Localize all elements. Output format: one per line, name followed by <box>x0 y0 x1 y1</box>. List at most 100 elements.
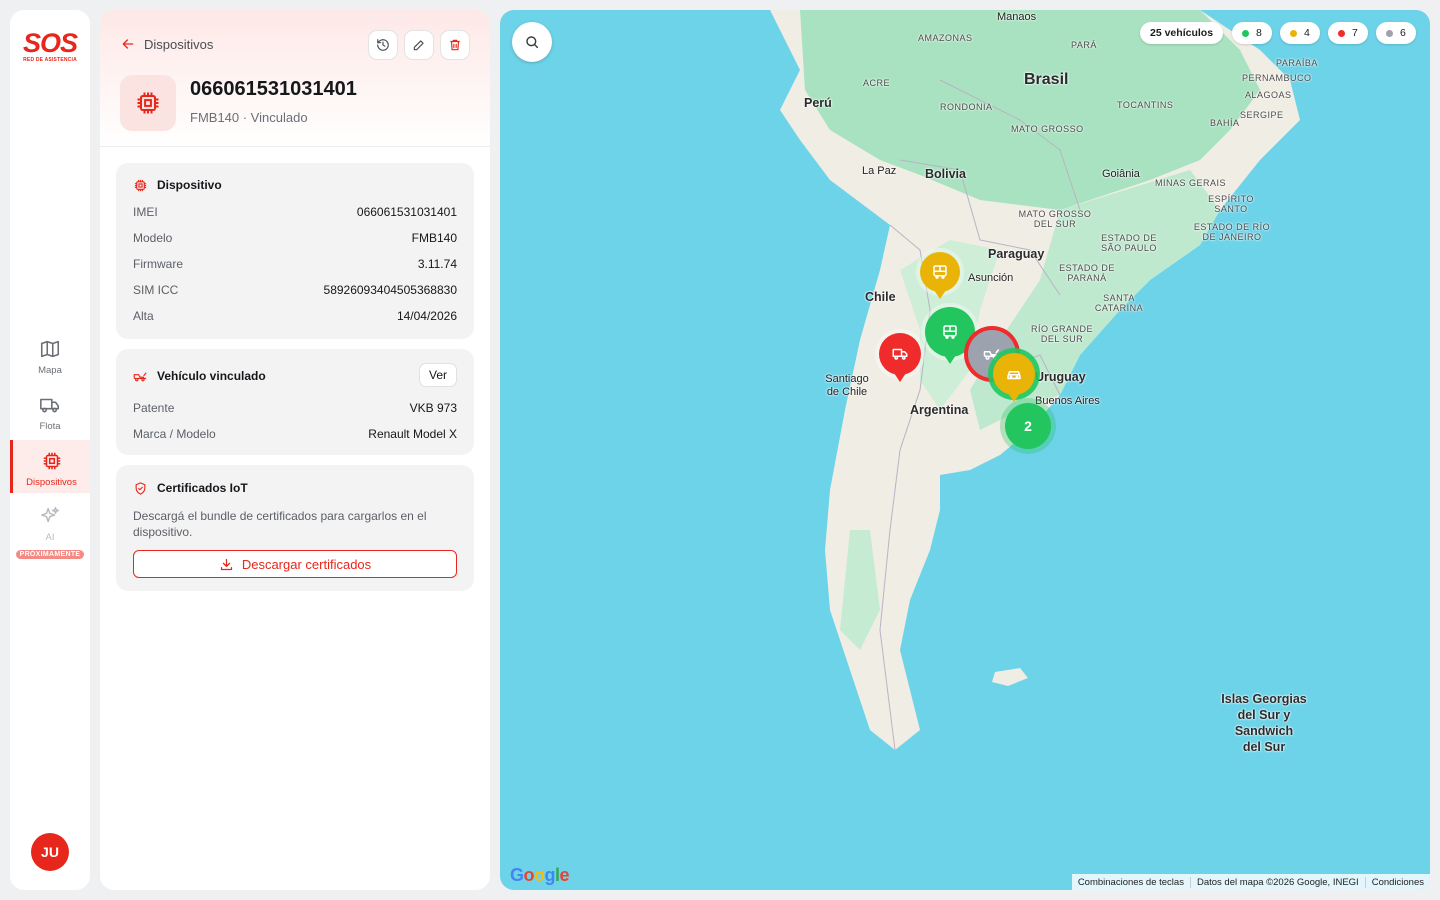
brand-tagline: RED DE ASISTENCIA <box>23 57 77 63</box>
status-dot <box>1290 29 1297 37</box>
coming-soon-badge: PRÓXIMAMENTE <box>15 550 85 559</box>
map-basemap <box>770 10 1300 751</box>
vehicle-count: 25 vehículos <box>1150 27 1214 39</box>
map-label-city: Santiago de Chile <box>825 373 869 398</box>
nav-item-dispositivos[interactable]: Dispositivos <box>10 440 90 493</box>
bus-icon <box>943 325 957 339</box>
nav-label: AI <box>45 532 55 543</box>
marker-tail <box>1008 393 1020 402</box>
info-value: 066061531031401 <box>356 205 457 219</box>
vehicle-marker-red[interactable] <box>879 333 921 382</box>
status-dot <box>1242 29 1249 37</box>
map-label-country: Bolivia <box>925 167 966 181</box>
info-key: Marca / Modelo <box>133 427 216 441</box>
nav-item-mapa[interactable]: Mapa <box>10 338 90 382</box>
map-label-region: ESTADO DE SÃO PAULO <box>1101 233 1157 253</box>
status-dot <box>1338 29 1345 37</box>
fleet-map[interactable]: 25 vehículos 8 4 7 6 Brasil Perú Bolivia… <box>500 10 1430 890</box>
card-title-text: Dispositivo <box>157 178 222 192</box>
info-row-patente: Patente VKB 973 <box>133 395 457 421</box>
user-avatar[interactable]: JU <box>31 833 69 871</box>
map-label-region: RÍO GRANDE DEL SUR <box>1030 324 1093 344</box>
info-row-imei: IMEI 066061531031401 <box>133 199 457 225</box>
device-avatar <box>120 75 176 131</box>
status-pill-green[interactable]: 8 <box>1232 22 1272 44</box>
arrow-left-icon <box>122 39 134 49</box>
map-label-region: MATO GROSSO <box>1011 124 1084 134</box>
chip-icon <box>134 179 147 191</box>
map-label-region: SANTA CATARINA <box>1094 293 1144 313</box>
device-title: 066061531031401 <box>190 78 357 100</box>
status-count: 8 <box>1256 27 1262 39</box>
card-title: Certificados IoT <box>133 480 457 496</box>
map-label-city: Manaos <box>997 11 1037 23</box>
map-label-region: MATO GROSSO DEL SUR <box>1018 209 1092 229</box>
info-value: Renault Model X <box>368 427 457 441</box>
info-value: FMB140 <box>411 231 457 245</box>
history-button[interactable] <box>368 30 398 60</box>
certificates-description: Descargá el bundle de certificados para … <box>133 509 427 539</box>
status-pill-red[interactable]: 7 <box>1328 22 1368 44</box>
keyboard-shortcuts-link[interactable]: Combinaciones de teclas <box>1072 877 1190 888</box>
info-row-alta: Alta 14/04/2026 <box>133 303 457 329</box>
view-vehicle-button[interactable]: Ver <box>418 363 457 387</box>
map-label-region: PARAÍBA <box>1276 58 1318 68</box>
chip-icon <box>137 92 159 114</box>
nav-item-flota[interactable]: Flota <box>10 394 90 438</box>
status-pill-gray[interactable]: 6 <box>1376 22 1416 44</box>
map-label-region: RONDONIA <box>940 102 993 112</box>
download-certificates-button[interactable]: Descargar certificados <box>133 550 457 578</box>
device-subtitle: FMB140 · Vinculado <box>190 110 308 125</box>
status-dot <box>1386 29 1393 37</box>
status-count: 6 <box>1400 27 1406 39</box>
back-button[interactable]: Dispositivos <box>120 36 213 52</box>
vehicle-cluster[interactable]: 2 <box>1005 403 1051 449</box>
card-title-text: Vehículo vinculado <box>157 369 266 383</box>
vehicle-marker-yellow[interactable] <box>920 252 960 299</box>
panel-header: Dispositivos 066061531031401 FMB140 · Vi… <box>100 10 490 147</box>
map-search-button[interactable] <box>512 22 552 62</box>
tow-truck-icon <box>133 371 147 381</box>
map-label-country: Brasil <box>1024 71 1069 88</box>
map-label-region: ALAGOAS <box>1245 90 1292 100</box>
truck-icon <box>892 348 908 360</box>
info-row-sim: SIM ICC 58926093404505368830 <box>133 277 457 303</box>
delete-button[interactable] <box>440 30 470 60</box>
card-title-text: Certificados IoT <box>157 481 248 495</box>
chip-icon <box>43 452 60 470</box>
map-label-region: SERGIPE <box>1240 110 1284 120</box>
map-label-region: ACRE <box>863 78 891 88</box>
download-icon <box>220 558 232 570</box>
map-data-credit: Datos del mapa ©2026 Google, INEGI <box>1189 876 1365 888</box>
map-label-city: La Paz <box>862 165 897 177</box>
nav-label: Dispositivos <box>26 477 77 488</box>
map-label-region: TOCANTINS <box>1117 100 1174 110</box>
car-icon <box>1007 371 1021 380</box>
back-label: Dispositivos <box>144 36 214 52</box>
map-label-country: Argentina <box>910 403 969 417</box>
info-key: IMEI <box>133 205 158 219</box>
edit-button[interactable] <box>404 30 434 60</box>
map-label-region: BAHÍA <box>1210 118 1240 128</box>
status-pill-yellow[interactable]: 4 <box>1280 22 1320 44</box>
islands-line: del Sur <box>1242 740 1286 754</box>
nav-label: Mapa <box>38 365 62 376</box>
brand-logo[interactable]: SOS RED DE ASISTENCIA <box>10 30 90 64</box>
map-label-country: Perú <box>804 96 832 110</box>
terms-link[interactable]: Condiciones <box>1364 876 1430 888</box>
map-label-region: ESTADO DE RÍO DE JANEIRO <box>1193 222 1271 242</box>
history-icon <box>377 39 389 51</box>
card-title: Vehículo vinculado <box>133 368 457 384</box>
vehicle-marker-yellow-car[interactable] <box>993 353 1035 402</box>
bus-icon <box>933 265 947 279</box>
nav-item-ai: AI PRÓXIMAMENTE <box>10 505 90 565</box>
card-title: Dispositivo <box>133 177 457 193</box>
marker-tail <box>944 355 956 364</box>
islands-line: Sandwich <box>1234 724 1294 738</box>
status-count: 7 <box>1352 27 1358 39</box>
vehicle-count-pill: 25 vehículos <box>1140 22 1224 44</box>
map-label-city: Buenos Aires <box>1035 395 1100 407</box>
shield-check-icon <box>135 481 146 495</box>
map-label-region: AMAZONAS <box>918 33 973 43</box>
nav-rail: SOS RED DE ASISTENCIA Mapa Flota Disposi… <box>10 10 90 890</box>
